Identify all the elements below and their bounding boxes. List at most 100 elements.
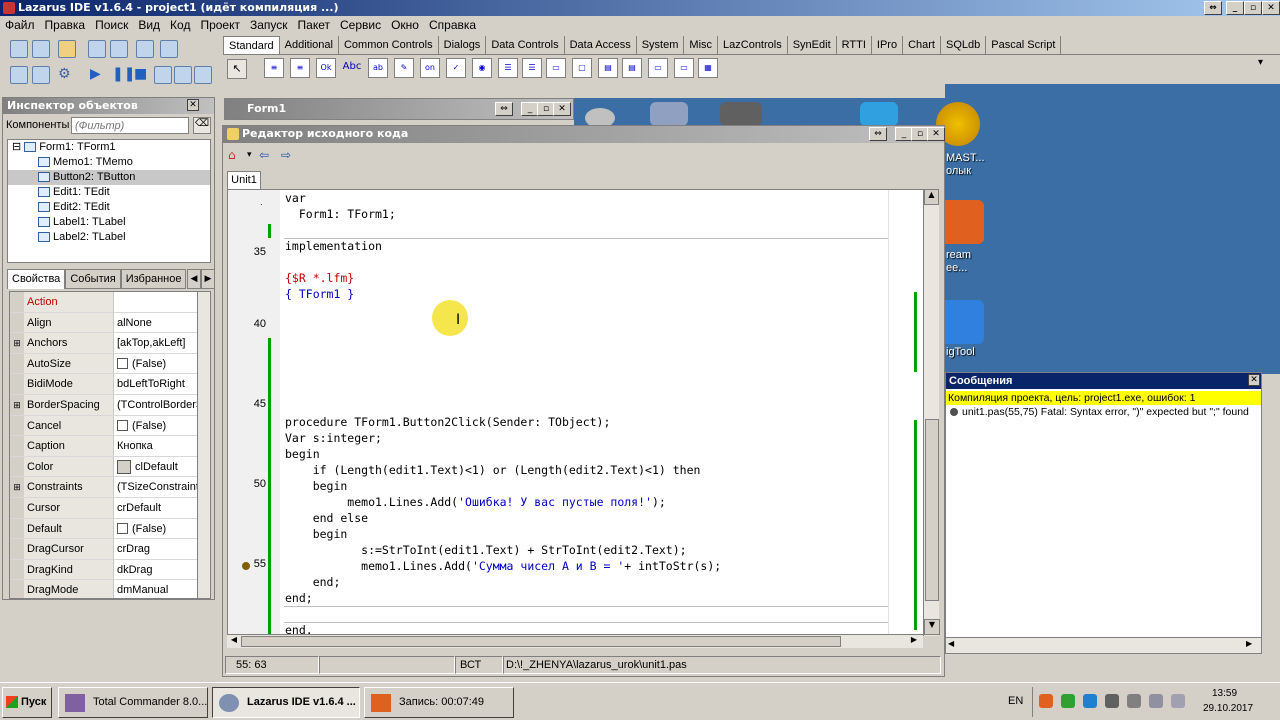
inspector-close-icon[interactable]: ✕ xyxy=(187,99,199,111)
tcombobox-icon[interactable]: ☰ xyxy=(522,58,542,78)
view-toggle-icon[interactable] xyxy=(32,66,50,84)
tbutton-icon[interactable]: Ok xyxy=(316,58,336,78)
palette-tab[interactable]: Misc xyxy=(684,36,719,54)
run-icon[interactable]: ▶ xyxy=(90,66,108,84)
palette-menu-icon[interactable]: ▾ xyxy=(1258,57,1263,68)
menu-item[interactable]: Правка xyxy=(40,16,91,34)
property-row[interactable]: Caption Кнопка xyxy=(10,436,210,457)
palette-tab[interactable]: IPro xyxy=(872,36,904,54)
property-row[interactable]: ⊞ Constraints (TSizeConstraints) xyxy=(10,477,210,498)
palette-tab[interactable]: RTTI xyxy=(837,36,872,54)
hscroll-thumb[interactable] xyxy=(241,636,841,647)
inspector-tab[interactable]: События xyxy=(65,269,121,289)
menu-item[interactable]: Код xyxy=(165,16,195,34)
palette-tab[interactable]: Standard xyxy=(223,36,280,54)
stop-icon[interactable]: ■ xyxy=(134,66,152,84)
tactionlist-icon[interactable]: ▦ xyxy=(698,58,718,78)
close-button[interactable]: ✕ xyxy=(1262,1,1280,15)
menu-item[interactable]: Файл xyxy=(0,16,40,34)
tray-volume-icon[interactable] xyxy=(1105,694,1119,708)
property-value[interactable]: (False) xyxy=(114,519,210,539)
ttogglebox-icon[interactable]: on xyxy=(420,58,440,78)
task-lazarus[interactable]: Lazarus IDE v1.6.4 ... xyxy=(212,687,360,718)
property-value[interactable]: dkDrag xyxy=(114,560,210,580)
tpanel-icon[interactable]: ▭ xyxy=(648,58,668,78)
tree-node[interactable]: Label2: TLabel xyxy=(8,230,210,245)
step-into-icon[interactable] xyxy=(154,66,172,84)
code-editor[interactable]: 35 40 45 50 55 . var Form1: TForm1; impl… xyxy=(227,189,933,636)
tgroupbox-icon[interactable]: ▢ xyxy=(572,58,592,78)
view-forms-icon[interactable] xyxy=(10,66,28,84)
menu-item[interactable]: Запуск xyxy=(245,16,293,34)
tree-node[interactable]: Memo1: TMemo xyxy=(8,155,210,170)
horizontal-scrollbar[interactable]: ◀ ▶ xyxy=(227,634,923,648)
inspector-tab[interactable]: Избранное xyxy=(120,269,187,289)
toggle-form-unit-icon[interactable] xyxy=(136,40,154,58)
menu-item[interactable]: Проект xyxy=(195,16,245,34)
property-row[interactable]: DragCursor crDrag xyxy=(10,539,210,560)
property-value[interactable]: clDefault xyxy=(114,457,210,477)
pointer-tool-icon[interactable]: ↖ xyxy=(227,59,247,79)
new-unit-icon[interactable] xyxy=(10,40,28,58)
tcheckbox-icon[interactable]: ✓ xyxy=(446,58,466,78)
menu-item[interactable]: Пакет xyxy=(293,16,335,34)
form1-close-icon[interactable]: ✕ xyxy=(553,102,571,116)
property-checkbox[interactable] xyxy=(117,523,128,535)
tedit-icon[interactable]: ab xyxy=(368,58,388,78)
build-mode-icon[interactable]: ⚙ xyxy=(58,66,76,84)
restore-window-button[interactable]: ⇔ xyxy=(1204,1,1222,15)
scroll-right-icon[interactable]: ▶ xyxy=(907,635,921,648)
form1-window[interactable]: Form1 ⇔ _ ▫ ✕ xyxy=(224,98,574,120)
property-scrollbar[interactable] xyxy=(197,292,210,598)
property-row[interactable]: AutoSize (False) xyxy=(10,353,210,375)
step-out-icon[interactable] xyxy=(194,66,212,84)
menu-item[interactable]: Справка xyxy=(424,16,481,34)
menu-item[interactable]: Сервис xyxy=(335,16,386,34)
save-all-icon[interactable] xyxy=(110,40,128,58)
component-filter-input[interactable] xyxy=(71,117,189,134)
messages-close-icon[interactable]: ✕ xyxy=(1248,374,1260,386)
save-icon[interactable] xyxy=(88,40,106,58)
tray-flag-icon[interactable] xyxy=(1149,694,1163,708)
tpopupmenu-icon[interactable]: ≡ xyxy=(290,58,310,78)
teamviewer-icon[interactable] xyxy=(860,102,898,126)
property-row[interactable]: Align alNone xyxy=(10,312,210,334)
messages-scroll-right-icon[interactable]: ▶ xyxy=(1246,639,1252,648)
task-total-commander[interactable]: Total Commander 8.0... xyxy=(58,687,208,718)
menu-item[interactable]: Вид xyxy=(133,16,165,34)
tray-monitor-icon[interactable] xyxy=(1171,694,1185,708)
scroll-thumb[interactable] xyxy=(925,419,939,601)
tray-chat-icon[interactable] xyxy=(1061,694,1075,708)
palette-tab[interactable]: SynEdit xyxy=(788,36,837,54)
property-value[interactable]: (False) xyxy=(114,354,210,374)
property-value[interactable] xyxy=(114,292,210,312)
message-compile-status[interactable]: Компиляция проекта, цель: project1.exe, … xyxy=(946,391,1261,405)
tab-right-icon[interactable]: ▶ xyxy=(201,269,215,289)
tscrollbar-icon[interactable]: ▭ xyxy=(546,58,566,78)
expand-icon[interactable]: ⊞ xyxy=(10,394,24,415)
property-row[interactable]: Cursor crDefault xyxy=(10,497,210,519)
editor-close-icon[interactable]: ✕ xyxy=(927,127,945,141)
editor-restore-icon[interactable]: ⇔ xyxy=(869,127,887,141)
pause-icon[interactable]: ❚❚ xyxy=(112,66,135,84)
expand-icon[interactable]: ⊞ xyxy=(10,333,24,353)
property-value[interactable]: Кнопка xyxy=(114,436,210,456)
rigtool-app-icon[interactable] xyxy=(940,300,984,344)
palette-tab[interactable]: Pascal Script xyxy=(986,36,1062,54)
palette-tab[interactable]: Dialogs xyxy=(439,36,487,54)
tcheckgroup-icon[interactable]: ▤ xyxy=(622,58,642,78)
settings-app-icon[interactable] xyxy=(650,102,688,126)
tradiobutton-icon[interactable]: ◉ xyxy=(472,58,492,78)
inspector-tab[interactable]: Свойства xyxy=(7,269,66,289)
property-value[interactable]: (TSizeConstraints) xyxy=(114,477,210,497)
open-icon[interactable] xyxy=(58,40,76,58)
property-value[interactable]: [akTop,akLeft] xyxy=(114,333,210,353)
tmemo-icon[interactable]: ✎ xyxy=(394,58,414,78)
property-value[interactable]: crDefault xyxy=(114,498,210,518)
task-recording[interactable]: Запись: 00:07:49 xyxy=(364,687,514,718)
tray-teamviewer-icon[interactable] xyxy=(1083,694,1097,708)
view-units-icon[interactable] xyxy=(160,40,178,58)
jump-forward-icon[interactable]: ⇨ xyxy=(281,148,297,164)
maximize-button[interactable]: ▫ xyxy=(1244,1,1262,15)
vertical-scrollbar[interactable]: ▲ ▼ xyxy=(923,189,940,636)
